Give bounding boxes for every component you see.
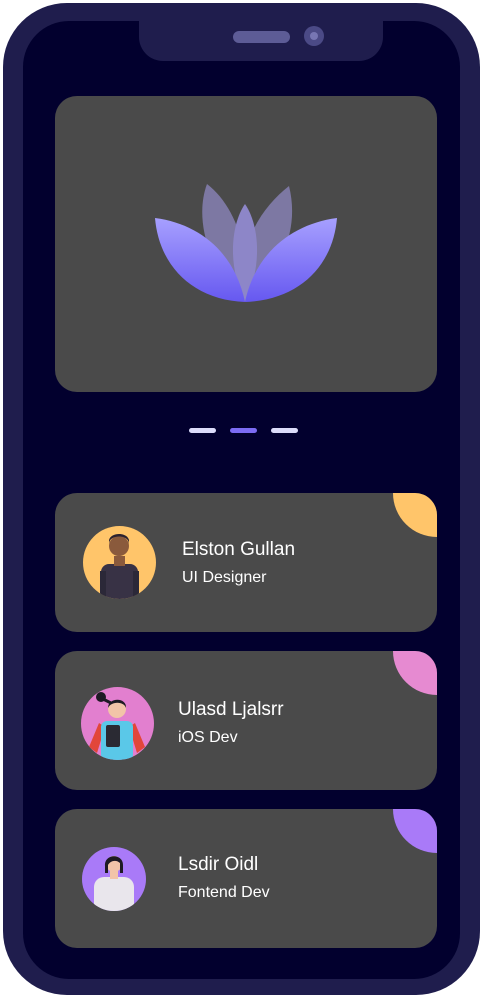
profile-name: Ulasd Ljalsrr bbox=[178, 699, 284, 720]
page-dot-1[interactable] bbox=[189, 428, 216, 433]
avatar bbox=[83, 526, 156, 599]
profile-role: iOS Dev bbox=[178, 729, 238, 746]
phone-frame: Elston Gullan UI Designer Ulasd Ljalsrr bbox=[3, 3, 480, 995]
profile-name: Elston Gullan bbox=[182, 539, 296, 560]
profile-role: Fontend Dev bbox=[178, 884, 270, 901]
page-indicator bbox=[189, 428, 299, 434]
phone-notch bbox=[139, 21, 383, 61]
lotus-icon bbox=[155, 184, 337, 302]
speaker-icon bbox=[233, 31, 290, 43]
page-dot-2-active[interactable] bbox=[230, 428, 257, 433]
phone-screen: Elston Gullan UI Designer Ulasd Ljalsrr bbox=[23, 21, 460, 979]
avatar bbox=[81, 687, 154, 760]
person-avatar-icon bbox=[100, 534, 139, 599]
profile-name: Lsdir Oidl bbox=[178, 854, 259, 875]
profile-card-lsdir[interactable]: Lsdir Oidl Fontend Dev bbox=[55, 809, 437, 948]
profile-role: UI Designer bbox=[182, 569, 267, 586]
page-dot-3[interactable] bbox=[271, 428, 298, 433]
person-avatar-icon bbox=[89, 692, 145, 760]
avatar bbox=[82, 847, 146, 911]
corner-accent bbox=[393, 809, 437, 853]
corner-accent bbox=[393, 493, 437, 537]
profile-card-elston[interactable]: Elston Gullan UI Designer bbox=[55, 493, 437, 632]
hero-banner[interactable] bbox=[55, 96, 437, 392]
camera-icon bbox=[304, 26, 324, 46]
person-avatar-icon bbox=[94, 856, 134, 911]
corner-accent bbox=[393, 651, 437, 695]
profile-card-ulasd[interactable]: Ulasd Ljalsrr iOS Dev bbox=[55, 651, 437, 790]
